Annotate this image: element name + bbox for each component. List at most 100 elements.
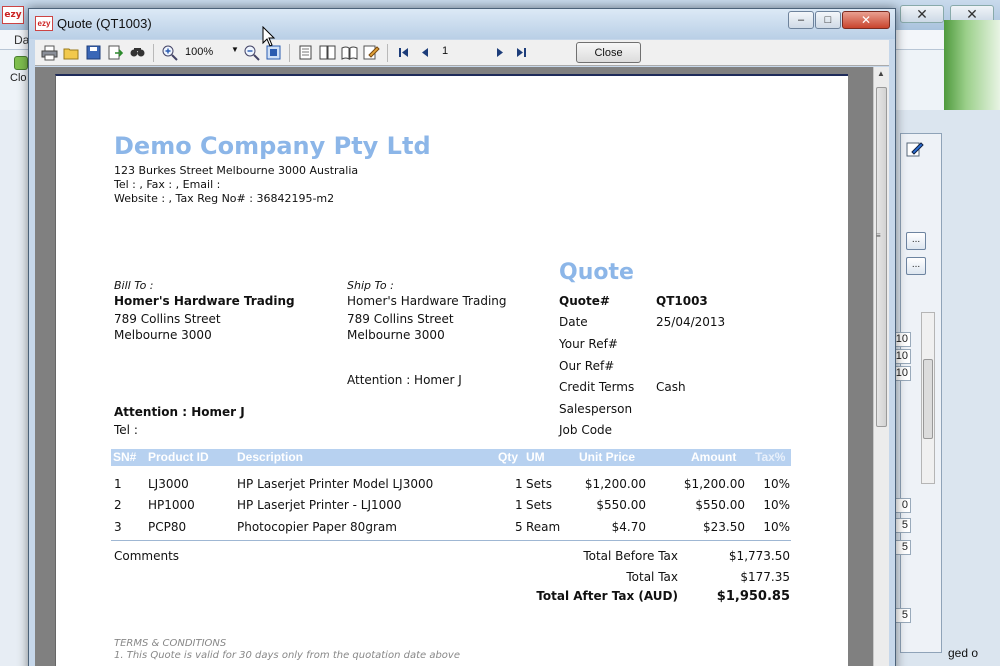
app-logo: ezy [2,6,24,24]
bill-to-attention: Attention : Homer J [114,405,245,419]
row-product: HP1000 [148,498,195,512]
bill-to-tel: Tel : [114,423,138,437]
chevron-down-icon[interactable]: ▼ [231,45,239,54]
first-page-icon[interactable] [395,44,412,61]
prev-page-icon[interactable] [417,44,434,61]
ship-to-street: 789 Collins Street [347,312,454,326]
export-icon[interactable] [107,44,124,61]
last-page-icon[interactable] [513,44,530,61]
header-qty: Qty [498,450,519,464]
row-product: PCP80 [148,520,187,534]
ellipsis-button[interactable]: ... [906,232,926,250]
date-value: 25/04/2013 [656,315,726,329]
edit-icon[interactable] [363,44,380,61]
ship-to-name: Homer's Hardware Trading [347,294,507,308]
maximize-button[interactable]: □ [815,11,841,29]
next-page-icon[interactable] [491,44,508,61]
zoom-select[interactable]: 100% [185,46,237,60]
row-um: Sets [526,477,552,491]
quote-title: Quote [559,260,634,285]
our-ref-label: Our Ref# [559,359,615,373]
toolbar-separator [387,44,388,62]
status-text: ged o [948,646,979,660]
your-ref-label: Your Ref# [559,337,618,351]
zoom-out-icon[interactable] [243,44,260,61]
total-before-tax-value: $1,773.50 [728,549,790,563]
header-description: Description [237,450,304,464]
multi-page-icon[interactable] [319,44,336,61]
preview-canvas[interactable]: Demo Company Pty Ltd 123 Burkes Street M… [35,67,873,666]
find-icon[interactable] [129,44,146,61]
row-description: HP Laserjet Printer - LJ1000 [237,498,402,512]
credit-terms-value: Cash [656,380,686,394]
close-button[interactable]: Close [576,42,641,63]
header-um: UM [526,450,545,464]
toolbar-separator [153,44,154,62]
row-sn: 3 [114,520,122,534]
book-icon[interactable] [341,44,358,61]
company-name: Demo Company Pty Ltd [114,132,431,160]
page-number-input[interactable]: 1 [442,45,482,61]
background-scrollbar[interactable] [921,312,935,484]
row-um: Sets [526,498,552,512]
single-page-icon[interactable] [297,44,314,61]
bill-to-city: Melbourne 3000 [114,328,212,342]
salesperson-label: Salesperson [559,402,633,416]
minimize-button[interactable]: – [788,11,814,29]
bill-to-label: Bill To : [114,279,154,292]
total-tax-label: Total Tax [626,570,678,584]
dialog-title: Quote (QT1003) [57,16,152,31]
save-icon[interactable] [85,44,102,61]
header-amount: Amount [691,450,737,464]
quote-page: Demo Company Pty Ltd 123 Burkes Street M… [55,74,848,666]
preview-scrollbar[interactable]: ▲ ≡ [873,67,889,666]
mouse-cursor-icon [262,26,276,47]
company-website: Website : , Tax Reg No# : 36842195-m2 [114,192,335,205]
bill-to-name: Homer's Hardware Trading [114,294,295,308]
chevron-up-icon[interactable]: ▲ [877,69,885,78]
scrollbar-thumb[interactable] [876,87,887,427]
row-sn: 2 [114,498,122,512]
header-unit-price: Unit Price [579,450,636,464]
dialog-titlebar[interactable]: ezy Quote (QT1003) – □ ✕ [29,9,895,39]
items-table-header: SN# Product ID Description Qty UM Unit P… [111,449,791,466]
table-divider [111,540,791,541]
row-tax: 10% [763,498,790,512]
total-after-tax-label: Total After Tax (AUD) [536,589,678,603]
row-unit-price: $1,200.00 [584,477,646,491]
header-product: Product ID [148,450,209,464]
row-unit-price: $550.00 [596,498,646,512]
grip-icon: ≡ [876,231,881,240]
scrollbar-thumb[interactable] [923,359,933,439]
terms-line: 1. This Quote is valid for 30 days only … [114,650,460,661]
credit-terms-label: Credit Terms [559,380,635,394]
date-label: Date [559,315,588,329]
close-window-button[interactable]: ✕ [842,11,890,29]
row-tax: 10% [763,520,790,534]
row-sn: 1 [114,477,122,491]
company-contact: Tel : , Fax : , Email : [114,178,221,191]
total-before-tax-label: Total Before Tax [583,549,678,563]
close-tool-icon [14,56,28,70]
preview-toolbar: 100% ▼ 1 Close [35,40,889,66]
row-amount: $23.50 [703,520,745,534]
edit-icon[interactable] [906,141,924,157]
row-um: Ream [526,520,561,534]
quote-number-label: Quote# [559,294,610,308]
open-icon[interactable] [63,44,80,61]
zoom-in-icon[interactable] [161,44,178,61]
total-after-tax-value: $1,950.85 [716,589,790,604]
row-unit-price: $4.70 [611,520,646,534]
row-description: HP Laserjet Printer Model LJ3000 [237,477,434,491]
background-close-button[interactable]: ✕ [900,5,944,23]
close-tool-label: Clo [10,72,27,84]
ellipsis-button[interactable]: ... [906,257,926,275]
row-qty: 5 [515,520,523,534]
job-code-label: Job Code [559,423,613,437]
header-sn: SN# [113,450,137,464]
background-left-strip [0,110,30,666]
row-tax: 10% [763,477,790,491]
row-description: Photocopier Paper 80gram [237,520,397,534]
row-amount: $1,200.00 [683,477,745,491]
print-icon[interactable] [41,44,58,61]
